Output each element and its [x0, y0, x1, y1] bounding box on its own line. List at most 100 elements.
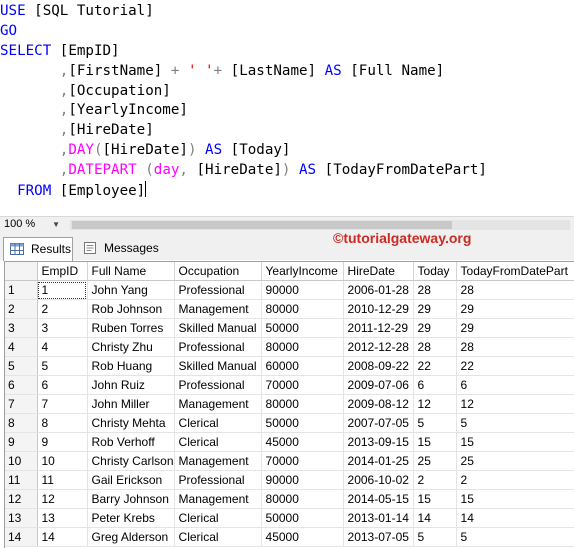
table-cell[interactable]: 5	[456, 527, 574, 547]
table-cell[interactable]: Christy Mehta	[87, 413, 175, 433]
table-cell[interactable]: 14	[37, 527, 88, 547]
table-row[interactable]: 4 4 Christy Zhu Professional 80000 2012-12-28…	[5, 337, 574, 357]
table-cell[interactable]: John Ruiz	[87, 375, 175, 395]
table-cell[interactable]: 15	[413, 489, 457, 509]
table-cell[interactable]: 2006-10-02	[343, 470, 414, 490]
table-cell[interactable]: 2009-08-12	[343, 394, 414, 414]
chevron-down-icon[interactable]: ▼	[52, 218, 60, 231]
table-cell[interactable]: 2013-09-15	[343, 432, 414, 452]
table-cell[interactable]: 4	[37, 337, 88, 357]
table-cell[interactable]: 45000	[261, 432, 344, 452]
table-cell[interactable]: 8	[37, 413, 88, 433]
row-number[interactable]: 12	[5, 489, 38, 509]
table-cell[interactable]: Rob Huang	[87, 356, 175, 376]
table-cell[interactable]: Barry Johnson	[87, 489, 175, 509]
column-header[interactable]: YearlyIncome	[261, 262, 344, 281]
query-editor[interactable]: USE [SQL Tutorial] GO SELECT [EmpID] ,[Fir…	[0, 0, 574, 214]
row-number[interactable]: 1	[5, 280, 38, 300]
table-cell[interactable]: 25	[456, 451, 574, 471]
table-cell[interactable]: Greg Alderson	[87, 527, 175, 547]
table-cell[interactable]: 6	[37, 375, 88, 395]
table-row[interactable]: 12 12 Barry Johnson Management 80000 2014-05-…	[5, 489, 574, 509]
row-number[interactable]: 14	[5, 527, 38, 547]
table-cell[interactable]: 14	[456, 508, 574, 528]
table-cell[interactable]: 45000	[261, 527, 344, 547]
table-cell[interactable]: 2008-09-22	[343, 356, 414, 376]
table-cell[interactable]: Christy Carlson	[87, 451, 175, 471]
table-row[interactable]: 14 14 Greg Alderson Clerical 45000 2013-07-05…	[5, 527, 574, 547]
table-cell[interactable]: Clerical	[174, 413, 262, 433]
grid-corner[interactable]	[5, 262, 38, 281]
table-row[interactable]: 13 13 Peter Krebs Clerical 50000 2013-01-14 14…	[5, 508, 574, 528]
row-number[interactable]: 13	[5, 508, 38, 528]
table-cell[interactable]: 29	[413, 299, 457, 319]
table-cell[interactable]: 80000	[261, 394, 344, 414]
table-cell[interactable]: Clerical	[174, 527, 262, 547]
tab-results[interactable]: Results	[3, 237, 73, 261]
table-cell[interactable]: 29	[456, 299, 574, 319]
table-cell[interactable]: Management	[174, 451, 262, 471]
row-number[interactable]: 8	[5, 413, 38, 433]
table-cell[interactable]: 80000	[261, 299, 344, 319]
table-cell[interactable]: 2007-07-05	[343, 413, 414, 433]
row-number[interactable]: 6	[5, 375, 38, 395]
table-cell[interactable]: 2009-07-06	[343, 375, 414, 395]
table-cell[interactable]: Professional	[174, 470, 262, 490]
table-cell[interactable]: Ruben Torres	[87, 318, 175, 338]
column-header[interactable]: Today	[413, 262, 457, 281]
table-row[interactable]: 3 3 Ruben Torres Skilled Manual 50000 2011-12…	[5, 318, 574, 338]
table-cell[interactable]: Peter Krebs	[87, 508, 175, 528]
table-cell[interactable]: 80000	[261, 337, 344, 357]
table-row[interactable]: 6 6 John Ruiz Professional 70000 2009-07-06 6 6	[5, 375, 574, 395]
row-number[interactable]: 4	[5, 337, 38, 357]
table-cell[interactable]: 2012-12-28	[343, 337, 414, 357]
table-row[interactable]: 5 5 Rob Huang Skilled Manual 60000 2008-09-22…	[5, 356, 574, 376]
table-cell[interactable]: 2014-01-25	[343, 451, 414, 471]
table-cell[interactable]: Rob Johnson	[87, 299, 175, 319]
table-cell[interactable]: 28	[413, 337, 457, 357]
table-cell[interactable]: Clerical	[174, 432, 262, 452]
table-row[interactable]: 9 9 Rob Verhoff Clerical 45000 2013-09-15 15 15	[5, 432, 574, 452]
results-table[interactable]: EmpID Full Name Occupation YearlyIncome Hire…	[5, 262, 574, 547]
row-number[interactable]: 2	[5, 299, 38, 319]
table-cell[interactable]: 70000	[261, 375, 344, 395]
table-cell[interactable]: 2011-12-29	[343, 318, 414, 338]
column-header[interactable]: Occupation	[174, 262, 262, 281]
table-cell[interactable]: 22	[413, 356, 457, 376]
table-cell[interactable]: 2014-05-15	[343, 489, 414, 509]
table-row[interactable]: 1 1 John Yang Professional 90000 2006-01-28 28…	[5, 280, 574, 300]
table-cell[interactable]: 12	[37, 489, 88, 509]
table-cell[interactable]: 14	[413, 508, 457, 528]
table-cell[interactable]: Rob Verhoff	[87, 432, 175, 452]
table-row[interactable]: 2 2 Rob Johnson Management 80000 2010-12-29 29…	[5, 299, 574, 319]
table-row[interactable]: 10 10 Christy Carlson Management 70000 2014-0…	[5, 451, 574, 471]
table-cell[interactable]: 2013-01-14	[343, 508, 414, 528]
column-header[interactable]: HireDate	[343, 262, 414, 281]
tab-messages[interactable]: Messages	[77, 237, 159, 259]
table-cell[interactable]: 80000	[261, 489, 344, 509]
table-cell[interactable]: 5	[413, 527, 457, 547]
row-number[interactable]: 5	[5, 356, 38, 376]
table-cell[interactable]: 5	[413, 413, 457, 433]
table-cell[interactable]: Management	[174, 489, 262, 509]
table-cell[interactable]: 2	[413, 470, 457, 490]
table-cell[interactable]: 12	[413, 394, 457, 414]
table-cell[interactable]: 5	[37, 356, 88, 376]
table-cell[interactable]: 28	[413, 280, 457, 300]
table-cell[interactable]: 7	[37, 394, 88, 414]
sql-code[interactable]: USE [SQL Tutorial] GO SELECT [EmpID] ,[Fir…	[0, 2, 487, 201]
table-cell[interactable]: Christy Zhu	[87, 337, 175, 357]
table-cell[interactable]: 10	[37, 451, 88, 471]
table-cell[interactable]: 2006-01-28	[343, 280, 414, 300]
row-number[interactable]: 11	[5, 470, 38, 490]
table-cell[interactable]: Management	[174, 394, 262, 414]
zoom-select[interactable]: 100 % ▼	[2, 218, 62, 231]
table-cell[interactable]: 2	[37, 299, 88, 319]
scrollbar-thumb[interactable]	[72, 221, 452, 229]
column-header[interactable]: Full Name	[87, 262, 175, 281]
table-cell[interactable]: 6	[413, 375, 457, 395]
table-cell[interactable]: 3	[37, 318, 88, 338]
table-cell[interactable]: 90000	[261, 470, 344, 490]
table-cell[interactable]: Skilled Manual	[174, 318, 262, 338]
table-cell[interactable]: 12	[456, 394, 574, 414]
